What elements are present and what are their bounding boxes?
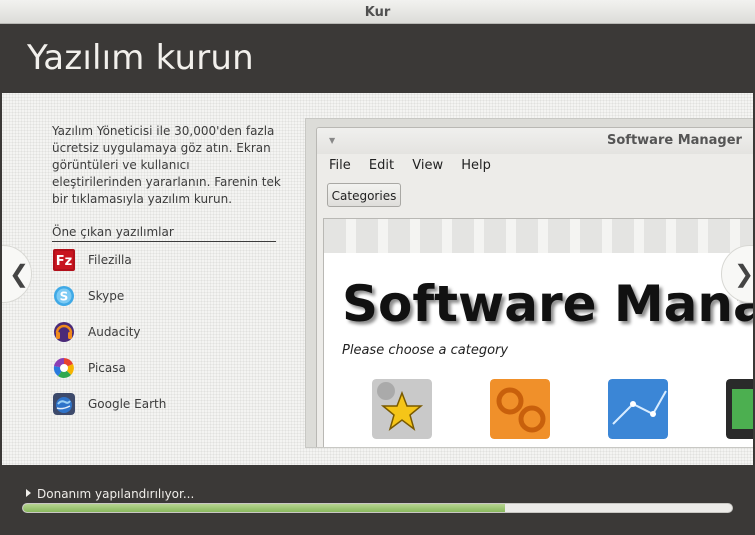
preview-window-title: Software Manager [607,133,742,148]
expander-triangle-icon [26,489,31,497]
slide-title: Yazılım kurun [27,38,254,78]
filezilla-icon: Fz [53,249,75,271]
status-expander[interactable]: Donanım yapılandırılıyor... [26,487,194,501]
featured-item-audacity: Audacity [52,320,252,348]
multimedia-category-icon [726,379,753,439]
featured-item-label: Skype [88,289,125,303]
featured-item-google-earth: Google Earth [52,392,252,420]
accessories-category-icon [490,379,550,439]
window-menu-icon: ▼ [329,136,336,145]
featured-heading: Öne çıkan yazılımlar [52,225,276,242]
featured-category-icon [372,379,432,439]
svg-text:S: S [60,290,69,304]
screenshot-preview: ▼ Software Manager File Edit View Help C… [305,118,753,448]
skype-icon: S [54,286,74,306]
preview-menu-help: Help [461,158,491,173]
progress-fill [23,504,506,512]
previous-slide-button[interactable]: ❮ [2,245,32,303]
featured-item-label: Google Earth [88,397,167,411]
status-text: Donanım yapılandırılıyor... [37,487,195,501]
featured-item-skype: S Skype [52,284,252,312]
featured-item-filezilla: Fz Filezilla [52,248,252,276]
preview-body: Software Manager Please choose a categor… [323,218,753,447]
svg-text:Fz: Fz [56,254,72,269]
window-titlebar[interactable]: Kur [0,0,755,24]
chevron-left-icon: ❮ [9,260,30,288]
internet-category-icon [608,379,668,439]
preview-banner-stripe [324,219,753,253]
picasa-icon [53,357,74,378]
preview-categories-button: Categories [327,183,401,207]
audacity-icon [54,322,74,342]
install-progress-bar [22,503,733,513]
featured-item-picasa: Picasa [52,356,252,384]
slide-description: Yazılım Yöneticisi ile 30,000'den fazla … [52,124,281,206]
software-manager-window: ▼ Software Manager File Edit View Help C… [316,127,753,447]
preview-subtitle: Please choose a category [342,343,509,358]
featured-item-label: Filezilla [88,253,132,267]
google-earth-icon [53,393,75,415]
window-title: Kur [364,5,391,20]
preview-banner-title: Software Manager [342,275,753,333]
preview-menubar: File Edit View Help [329,158,505,173]
slide-header: Yazılım kurun [2,24,753,93]
slide-content: Yazılım Yöneticisi ile 30,000'den fazla … [2,93,753,465]
preview-titlebar: ▼ Software Manager [317,128,753,154]
chevron-right-icon: ❯ [734,260,753,288]
preview-menu-edit: Edit [368,158,395,173]
preview-menu-file: File [329,158,351,173]
featured-item-label: Picasa [88,361,126,375]
preview-menu-view: View [412,158,444,173]
featured-item-label: Audacity [88,325,141,339]
